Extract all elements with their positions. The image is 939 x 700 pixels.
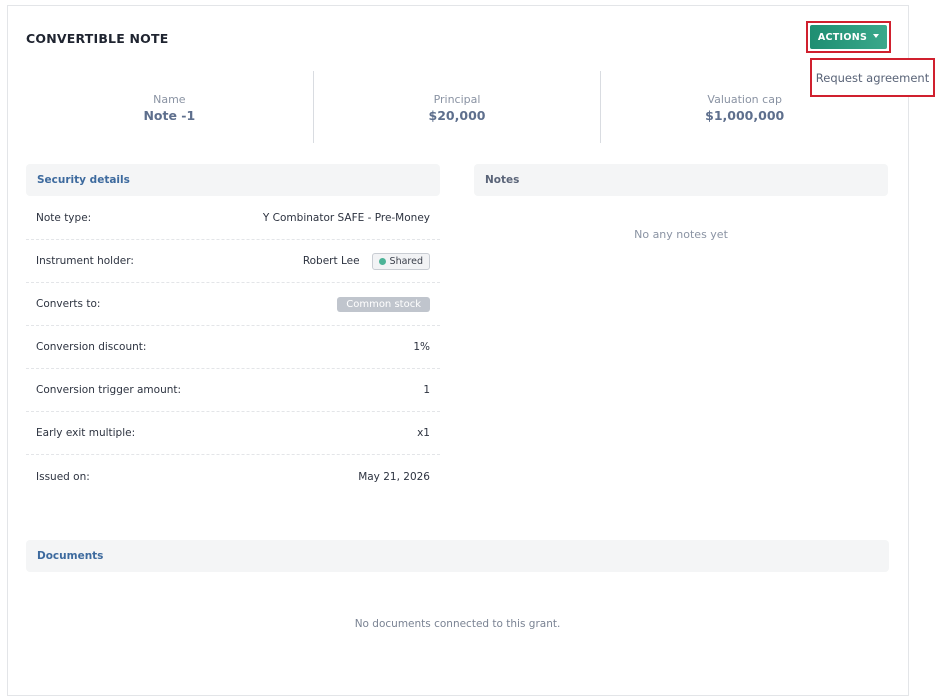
summary-value: $20,000	[428, 108, 486, 123]
detail-label: Note type:	[36, 212, 92, 224]
actions-button-label: ACTIONS	[817, 31, 868, 43]
detail-row-early-exit-multiple: Early exit multiple: x1	[26, 412, 440, 455]
detail-value: 1%	[413, 341, 430, 353]
detail-row-conversion-discount: Conversion discount: 1%	[26, 326, 440, 369]
documents-empty-state: No documents connected to this grant.	[354, 618, 561, 630]
notes-header: Notes	[474, 164, 888, 196]
holder-name: Robert Lee	[302, 255, 360, 267]
summary-value: $1,000,000	[705, 108, 785, 123]
detail-value: Y Combinator SAFE - Pre-Money	[262, 212, 430, 224]
detail-value: May 21, 2026	[358, 470, 430, 483]
summary-label: Name	[153, 93, 186, 106]
documents-header: Documents	[26, 540, 889, 572]
shared-badge: Shared	[371, 252, 430, 270]
summary-valuation-cap: Valuation cap $1,000,000	[600, 71, 888, 143]
detail-label: Converts to:	[36, 298, 101, 310]
actions-button[interactable]: ACTIONS	[810, 25, 887, 49]
detail-row-note-type: Note type: Y Combinator SAFE - Pre-Money	[26, 197, 440, 240]
security-details-header: Security details	[26, 164, 440, 196]
actions-highlight: ACTIONS	[806, 21, 891, 53]
detail-label: Issued on:	[36, 470, 90, 483]
status-dot-icon	[378, 257, 386, 265]
detail-label: Early exit multiple:	[36, 427, 136, 439]
detail-value: 1	[423, 384, 430, 396]
notes-empty-state: No any notes yet	[634, 228, 728, 241]
summary-name: Name Note -1	[26, 71, 313, 143]
summary-label: Principal	[433, 93, 481, 106]
detail-row-converts-to: Converts to: Common stock	[26, 283, 440, 326]
converts-to-badge: Common stock	[337, 296, 430, 312]
shared-badge-label: Shared	[389, 255, 423, 267]
detail-value-group: Robert Lee Shared	[302, 252, 430, 270]
page-title: CONVERTIBLE NOTE	[26, 31, 169, 46]
detail-row-instrument-holder: Instrument holder: Robert Lee Shared	[26, 240, 440, 283]
summary-principal: Principal $20,000	[312, 71, 601, 143]
detail-label: Instrument holder:	[36, 255, 134, 267]
detail-label: Conversion discount:	[36, 341, 147, 353]
detail-row-issued-on: Issued on: May 21, 2026	[26, 455, 440, 498]
detail-row-conversion-trigger-amount: Conversion trigger amount: 1	[26, 369, 440, 412]
summary-bar: Name Note -1 Principal $20,000 Valuation…	[26, 71, 888, 143]
detail-value: x1	[417, 427, 430, 439]
summary-label: Valuation cap	[707, 93, 782, 106]
detail-label: Conversion trigger amount:	[36, 384, 182, 396]
caret-down-icon	[873, 34, 880, 38]
security-details-list: Note type: Y Combinator SAFE - Pre-Money…	[26, 197, 440, 498]
summary-value: Note -1	[143, 108, 196, 123]
